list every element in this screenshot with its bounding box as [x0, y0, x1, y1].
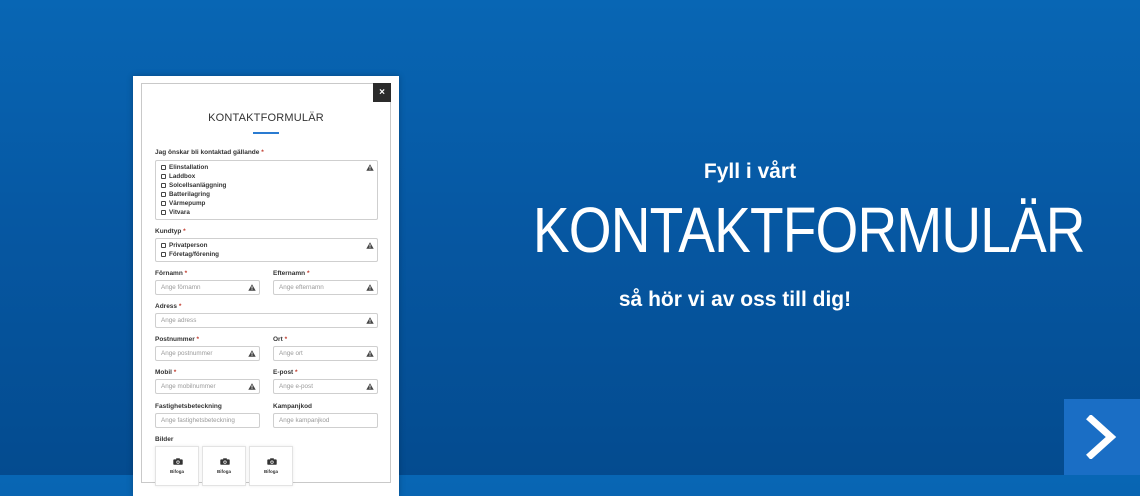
- postal-code-label: Postnummer *: [155, 336, 200, 343]
- warning-triangle-icon: [366, 350, 374, 357]
- image-upload-3[interactable]: Bifoga: [249, 446, 293, 486]
- city-label: Ort *: [273, 336, 288, 343]
- first-name-input[interactable]: Ange förnamn: [155, 280, 260, 295]
- checkbox-vitvara[interactable]: Vitvara: [161, 209, 190, 216]
- warning-triangle-icon: [248, 383, 256, 390]
- warning-triangle-icon: [248, 284, 256, 291]
- mobile-label: Mobil *: [155, 369, 177, 376]
- camera-icon: [220, 458, 230, 465]
- images-label: Bilder: [155, 436, 174, 443]
- warning-triangle-icon: [366, 242, 374, 249]
- checkbox-elinstallation[interactable]: Elinstallation: [161, 164, 208, 171]
- warning-triangle-icon: [366, 383, 374, 390]
- city-input[interactable]: Ange ort: [273, 346, 378, 361]
- property-input[interactable]: Ange fastighetsbeteckning: [155, 413, 260, 428]
- close-button[interactable]: ×: [373, 83, 391, 102]
- checkbox-batterilagring[interactable]: Batterilagring: [161, 191, 210, 198]
- checkbox-privatperson[interactable]: Privatperson: [161, 242, 208, 249]
- campaign-input[interactable]: Ange kampanjkod: [273, 413, 378, 428]
- mobile-input[interactable]: Ange mobilnummer: [155, 379, 260, 394]
- address-label: Adress *: [155, 303, 182, 310]
- image-upload-1[interactable]: Bifoga: [155, 446, 199, 486]
- upload-label: Bifoga: [264, 469, 278, 474]
- campaign-label: Kampanjkod: [273, 403, 313, 410]
- email-label: E-post *: [273, 369, 298, 376]
- postal-code-input[interactable]: Ange postnummer: [155, 346, 260, 361]
- hero-title: KONTAKTFORMULÄR: [532, 194, 1086, 266]
- title-underline: [253, 132, 279, 134]
- next-slide-button[interactable]: [1064, 399, 1140, 475]
- last-name-label: Efternamn *: [273, 270, 310, 277]
- checkbox-foretag-forening[interactable]: Företag/förening: [161, 251, 219, 258]
- warning-triangle-icon: [366, 284, 374, 291]
- upload-label: Bifoga: [170, 469, 184, 474]
- customer-type-label: Kundtyp *: [155, 228, 186, 235]
- chevron-right-icon: [1086, 415, 1117, 459]
- checkbox-laddbox[interactable]: Laddbox: [161, 173, 195, 180]
- warning-triangle-icon: [248, 350, 256, 357]
- address-input[interactable]: Ange adress: [155, 313, 378, 328]
- checkbox-solcellsanlaggning[interactable]: Solcellsanläggning: [161, 182, 226, 189]
- camera-icon: [267, 458, 277, 465]
- checkbox-varmepump[interactable]: Värmepump: [161, 200, 205, 207]
- warning-triangle-icon: [366, 317, 374, 324]
- modal-title: KONTAKTFORMULÄR: [208, 112, 324, 124]
- email-input[interactable]: Ange e-post: [273, 379, 378, 394]
- first-name-label: Förnamn *: [155, 270, 188, 277]
- camera-icon: [173, 458, 183, 465]
- upload-label: Bifoga: [217, 469, 231, 474]
- hero-subtitle-top: Fyll i vårt: [703, 160, 797, 183]
- property-label: Fastighetsbeteckning: [155, 403, 222, 410]
- last-name-input[interactable]: Ange efternamn: [273, 280, 378, 295]
- contact-about-label: Jag önskar bli kontaktad gällande *: [155, 149, 264, 156]
- close-icon: ×: [379, 87, 385, 98]
- image-upload-2[interactable]: Bifoga: [202, 446, 246, 486]
- warning-triangle-icon: [366, 164, 374, 171]
- hero-subtitle-bottom: så hör vi av oss till dig!: [618, 288, 852, 311]
